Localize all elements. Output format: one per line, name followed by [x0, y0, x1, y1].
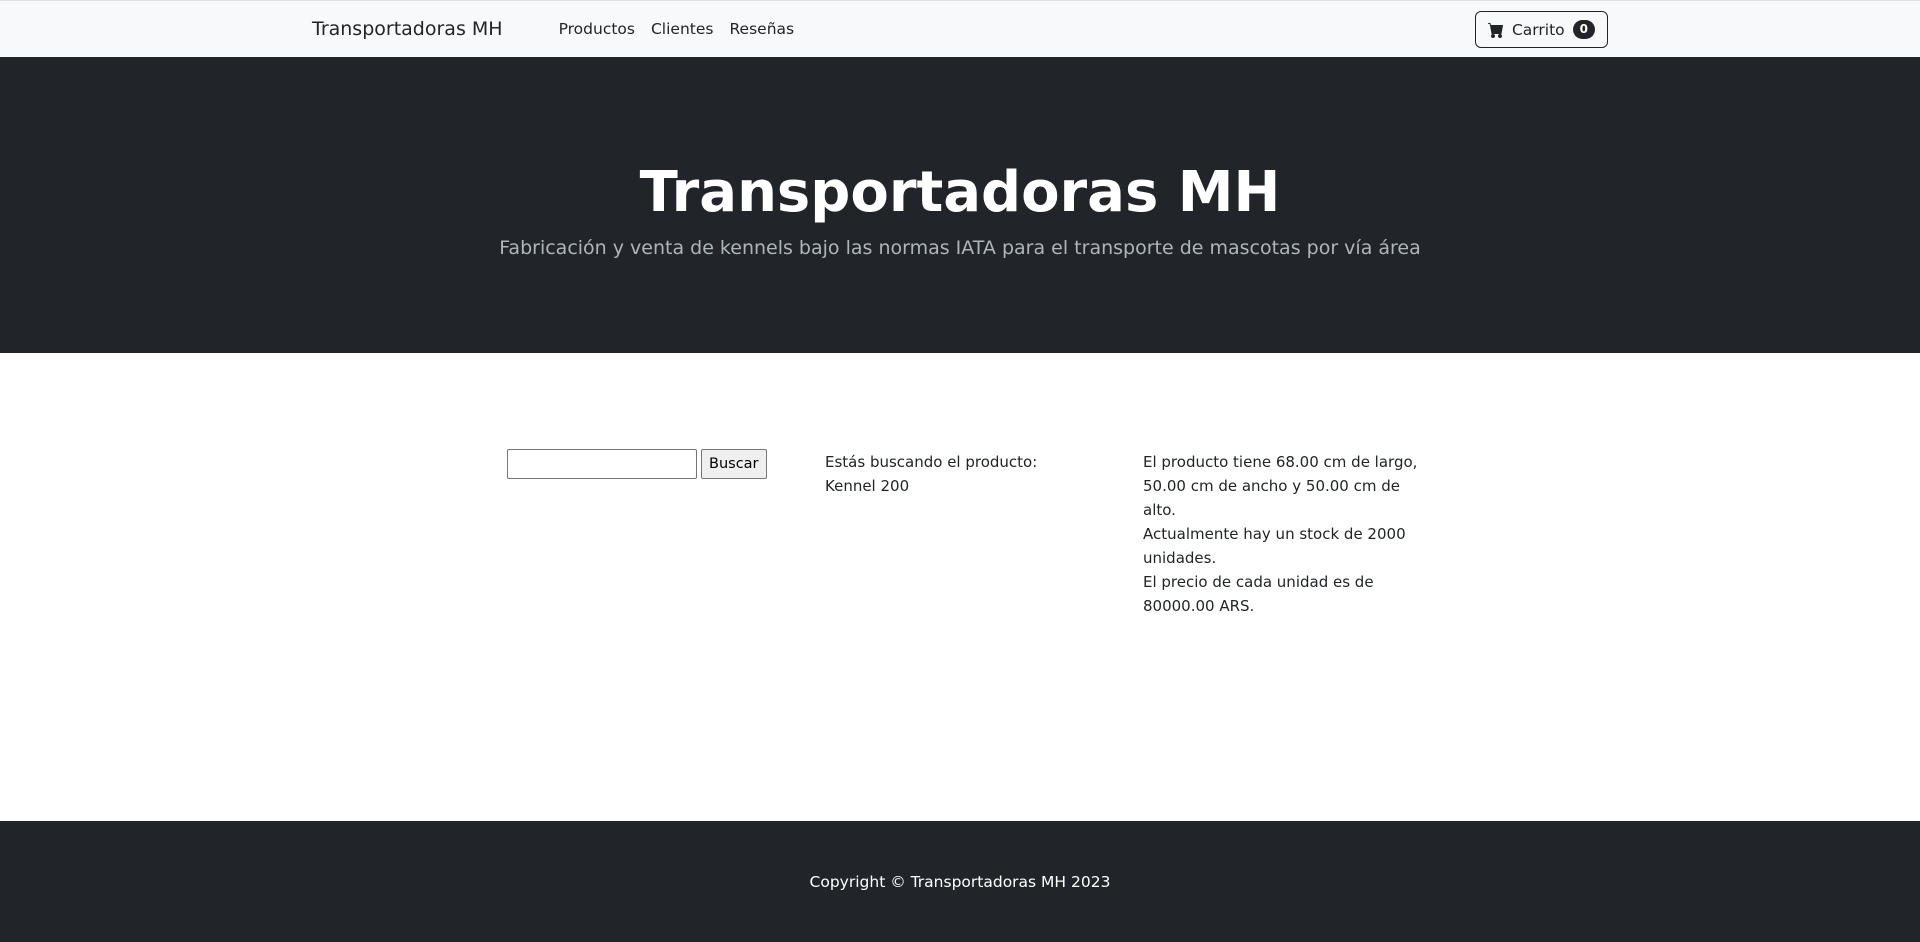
cart-label: Carrito	[1511, 20, 1565, 39]
product-dimensions: El producto tiene 68.00 cm de largo, 50.…	[1143, 453, 1418, 519]
navbar: Transportadoras MH Productos Clientes Re…	[0, 0, 1920, 57]
navbar-brand[interactable]: Transportadoras MH	[312, 18, 503, 40]
search-form: Buscar	[507, 449, 767, 479]
hero-subtitle: Fabricación y venta de kennels bajo las …	[499, 236, 1421, 259]
product-price: El precio de cada unidad es de 80000.00 …	[1143, 573, 1374, 615]
footer-copyright: Copyright © Transportadoras MH 2023	[809, 872, 1111, 891]
hero-header: Transportadoras MH Fabricación y venta d…	[0, 57, 1920, 353]
cart-count-badge: 0	[1572, 20, 1595, 39]
hero-title: Transportadoras MH	[639, 159, 1281, 225]
product-stock: Actualmente hay un stock de 2000 unidade…	[1143, 525, 1406, 567]
search-input[interactable]	[507, 449, 697, 479]
cart-button[interactable]: Carrito 0	[1474, 11, 1608, 48]
nav-link-clientes[interactable]: Clientes	[643, 20, 721, 38]
nav-link-productos[interactable]: Productos	[551, 20, 643, 38]
main-content: Buscar Estás buscando el producto: Kenne…	[0, 353, 1920, 821]
nav-link-resenas[interactable]: Reseñas	[721, 20, 802, 38]
navbar-container: Transportadoras MH Productos Clientes Re…	[300, 1, 1620, 57]
footer: Copyright © Transportadoras MH 2023	[0, 821, 1920, 942]
search-query-text: Estás buscando el producto: Kennel 200	[825, 453, 1038, 495]
product-details: El producto tiene 68.00 cm de largo, 50.…	[1143, 450, 1433, 618]
cart-icon	[1487, 22, 1504, 38]
search-button[interactable]: Buscar	[701, 449, 767, 479]
nav-links: Productos Clientes Reseñas	[551, 20, 803, 38]
